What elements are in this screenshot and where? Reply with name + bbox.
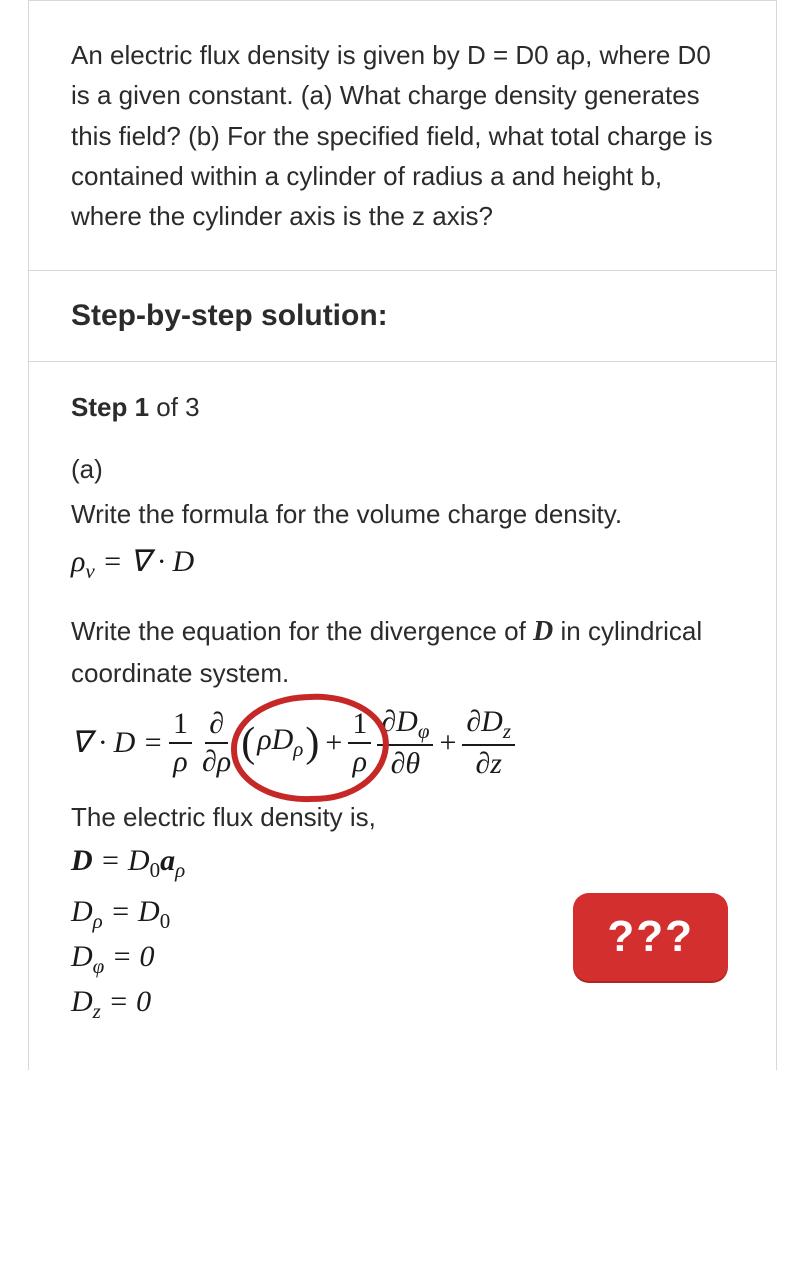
question-block: An electric flux density is given by D =… (29, 0, 776, 271)
intro-line-2: Write the equation for the divergence of… (71, 610, 734, 694)
open-paren: ( (241, 722, 255, 764)
step-total: of 3 (149, 392, 200, 422)
question-badge[interactable]: ??? (573, 893, 728, 981)
frac-d-drho: ∂ ∂ρ (198, 708, 235, 777)
part-a-label: (a) (71, 449, 734, 489)
equation-Dphi: Dφ = 0 (71, 940, 573, 979)
divergence-equation: ∇ · D = 1 ρ ∂ ∂ρ ( ρDρ ) + 1 ρ (71, 706, 734, 780)
step-number: Step 1 (71, 392, 149, 422)
close-paren: ) (305, 722, 319, 764)
solution-header: Step-by-step solution: (29, 271, 776, 362)
equation-rho-v: ρv = ∇ · D (71, 544, 734, 584)
frac-dDz-dz: ∂Dz ∂z (462, 706, 515, 780)
equation-Drho: Dρ = D0 (71, 895, 573, 934)
step-label: Step 1 of 3 (71, 392, 734, 423)
frac-one-over-rho-2: 1 ρ (348, 708, 371, 777)
equation-Dz: Dz = 0 (71, 985, 573, 1024)
frac-one-over-rho: 1 ρ (169, 708, 192, 777)
intro-line-1: Write the formula for the volume charge … (71, 494, 734, 534)
step-block: Step 1 of 3 (a) Write the formula for th… (29, 362, 776, 1069)
flux-density-line: The electric flux density is, (71, 797, 734, 837)
question-text: An electric flux density is given by D =… (71, 35, 734, 236)
frac-dDphi-dtheta: ∂Dφ ∂θ (377, 706, 433, 780)
equation-D-D0arho: D = D0aρ (71, 844, 734, 883)
